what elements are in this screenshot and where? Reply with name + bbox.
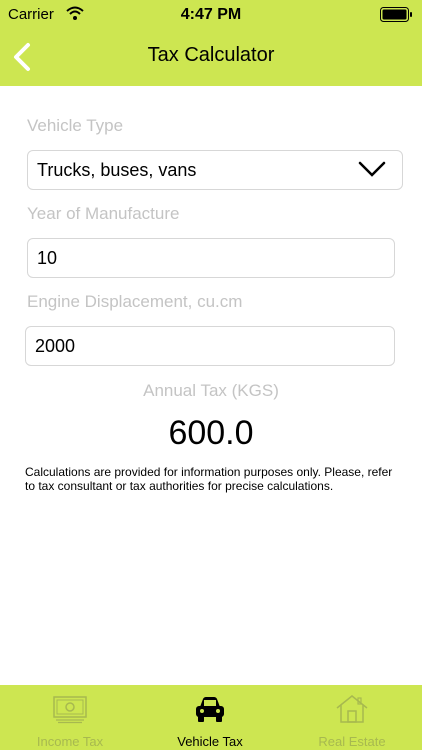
tab-income-tax[interactable]: Income Tax — [0, 685, 140, 750]
annual-tax-label: Annual Tax (KGS) — [143, 381, 279, 400]
vehicle-type-value: Trucks, buses, vans — [37, 160, 197, 180]
tab-label: Income Tax — [36, 734, 104, 749]
year-field[interactable]: 10 — [27, 238, 395, 278]
vehicle-type-label: Vehicle Type — [27, 116, 124, 135]
status-bar: Carrier 4:47 PM — [0, 0, 422, 30]
engine-value: 2000 — [35, 336, 76, 356]
battery-icon — [380, 7, 412, 22]
car-icon — [196, 697, 224, 722]
banknote-icon — [53, 696, 87, 724]
header: Carrier 4:47 PM Tax Calculator — [0, 0, 422, 86]
engine-field[interactable]: 2000 — [25, 326, 395, 366]
chevron-down-icon — [358, 161, 386, 177]
engine-label: Engine Displacement, cu.cm — [27, 292, 243, 311]
vehicle-type-select[interactable]: Trucks, buses, vans — [27, 150, 403, 190]
tab-label: Vehicle Tax — [177, 734, 243, 749]
tab-real-estate[interactable]: Real Estate — [282, 685, 422, 750]
tab-vehicle-tax[interactable]: Vehicle Tax — [140, 685, 280, 750]
year-value: 10 — [37, 248, 58, 268]
disclaimer-text: Calculations are provided for informatio… — [25, 465, 393, 493]
year-label: Year of Manufacture — [27, 204, 180, 223]
tab-label: Real Estate — [318, 734, 386, 749]
tab-bar: Income Tax Vehicle Tax Real Estate — [0, 685, 422, 750]
page-title: Tax Calculator — [147, 44, 275, 66]
annual-tax-value: 600.0 — [168, 414, 254, 452]
status-time: 4:47 PM — [180, 6, 242, 23]
house-icon — [336, 695, 368, 723]
